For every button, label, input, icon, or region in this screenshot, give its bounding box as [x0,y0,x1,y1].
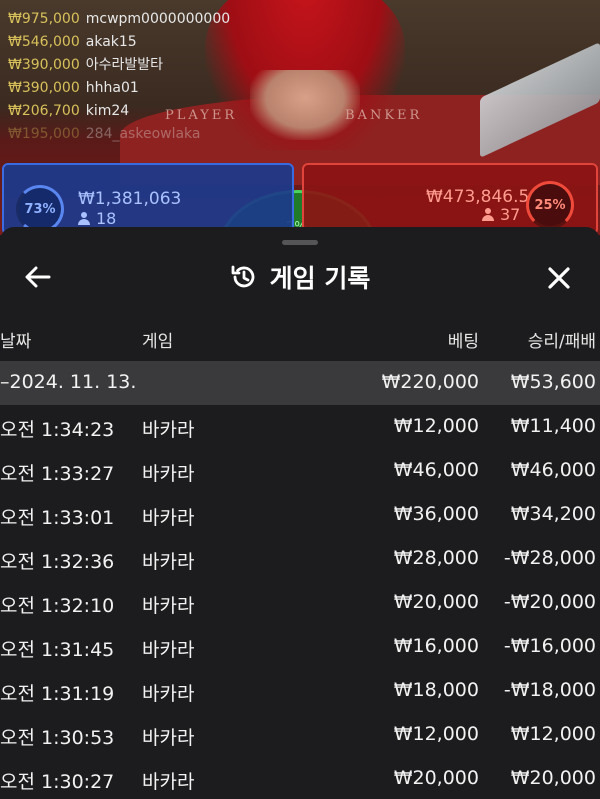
banker-bet-spot[interactable]: ₩473,846.58 37 25% [302,163,598,235]
row-time: 오전 1:32:10 [0,595,115,617]
bet-feed-item: ₩390,000 hhha01 [8,80,139,96]
row-bet: ₩46,000 [393,459,479,481]
bet-statistics: 73% ₩1,381,063 18 ₩473,846.58 37 25% [0,163,600,235]
row-bet: ₩12,000 [393,723,479,745]
date-group-row[interactable]: –2024. 11. 13. ₩220,000 ₩53,600 [0,361,600,405]
row-game: 바카라 [142,727,195,749]
row-time: 오전 1:32:36 [0,551,115,573]
row-result: -₩20,000 [503,591,596,613]
column-header-result: 승리/패배 [527,332,596,352]
player-percent-ring: 73% [16,185,64,233]
row-time: 오전 1:30:27 [0,771,115,793]
game-history-sheet: 게임 기록 날짜 게임 베팅 승리/패배 –2024. 11. 13. ₩220… [0,227,600,799]
row-result: -₩28,000 [503,547,596,569]
row-result: -₩16,000 [503,635,596,657]
person-icon [78,212,90,225]
close-icon [548,267,570,289]
history-icon [231,265,254,288]
sheet-title-group: 게임 기록 [0,259,600,295]
row-game: 바카라 [142,595,195,617]
page-title: 게임 기록 [269,264,371,293]
person-icon [482,208,494,221]
row-bet: ₩16,000 [393,635,479,657]
row-game: 바카라 [142,551,195,573]
bet-feed-item: ₩975,000 mcwpm0000000000 [8,11,231,27]
row-time: 오전 1:33:01 [0,507,115,529]
date-group-result: ₩53,600 [510,371,596,393]
player-total-amount: ₩1,381,063 [78,189,182,209]
bet-feed-item: ₩390,000 아수라발발타 [8,57,164,73]
table-row[interactable]: 오전 1:30:53 바카라 ₩12,000 ₩12,000 [0,713,600,757]
row-time: 오전 1:31:45 [0,639,115,661]
row-bet: ₩12,000 [393,415,479,437]
row-result: ₩34,200 [510,503,596,525]
column-header-bet: 베팅 [447,332,479,352]
row-bet: ₩20,000 [393,767,479,789]
row-game: 바카라 [142,771,195,793]
column-header-date: 날짜 [0,332,32,352]
player-bet-spot[interactable]: 73% ₩1,381,063 18 [2,163,294,235]
row-result: -₩18,000 [503,679,596,701]
row-game: 바카라 [142,683,195,705]
row-time: 오전 1:31:19 [0,683,115,705]
bet-feed-item: ₩195,000 284_askeowlaka [8,126,201,142]
row-result: ₩20,000 [510,767,596,789]
table-row[interactable]: 오전 1:33:27 바카라 ₩46,000 ₩46,000 [0,449,600,493]
banker-total-amount: ₩473,846.58 [426,187,541,207]
banker-percent-ring: 25% [526,181,574,229]
banker-bettor-count: 37 [482,205,520,224]
row-bet: ₩36,000 [393,503,479,525]
row-result: ₩11,400 [510,415,596,437]
history-table: –2024. 11. 13. ₩220,000 ₩53,600 오전 1:34:… [0,361,600,799]
row-time: 오전 1:30:53 [0,727,115,749]
sheet-grabber[interactable] [282,240,318,245]
row-result: ₩46,000 [510,459,596,481]
column-header-game: 게임 [142,332,174,352]
date-group-label: –2024. 11. 13. [0,371,137,393]
bet-feed-item: ₩546,000 akak15 [8,34,137,50]
table-row[interactable]: 오전 1:30:27 바카라 ₩20,000 ₩20,000 [0,757,600,799]
sheet-header: 게임 기록 [0,251,600,303]
row-time: 오전 1:34:23 [0,419,115,441]
table-header: 날짜 게임 베팅 승리/패배 [0,327,600,357]
row-game: 바카라 [142,507,195,529]
dealer-hands [250,70,360,140]
table-row[interactable]: 오전 1:31:45 바카라 ₩16,000 -₩16,000 [0,625,600,669]
row-game: 바카라 [142,419,195,441]
table-row[interactable]: 오전 1:32:10 바카라 ₩20,000 -₩20,000 [0,581,600,625]
row-bet: ₩28,000 [393,547,479,569]
row-time: 오전 1:33:27 [0,463,115,485]
table-row[interactable]: 오전 1:32:36 바카라 ₩28,000 -₩28,000 [0,537,600,581]
table-row[interactable]: 오전 1:31:19 바카라 ₩18,000 -₩18,000 [0,669,600,713]
bet-feed: ₩975,000 mcwpm0000000000 ₩546,000 akak15 ₩… [8,8,230,146]
row-result: ₩12,000 [510,723,596,745]
player-bettor-count: 18 [78,209,116,228]
bet-feed-item: ₩206,700 kim24 [8,103,130,119]
banker-table-label: BANKER [345,108,423,123]
date-group-bet: ₩220,000 [381,371,479,393]
row-game: 바카라 [142,639,195,661]
row-bet: ₩20,000 [393,591,479,613]
table-row[interactable]: 오전 1:34:23 바카라 ₩12,000 ₩11,400 [0,405,600,449]
close-button[interactable] [542,261,576,295]
row-game: 바카라 [142,463,195,485]
table-row[interactable]: 오전 1:33:01 바카라 ₩36,000 ₩34,200 [0,493,600,537]
row-bet: ₩18,000 [393,679,479,701]
